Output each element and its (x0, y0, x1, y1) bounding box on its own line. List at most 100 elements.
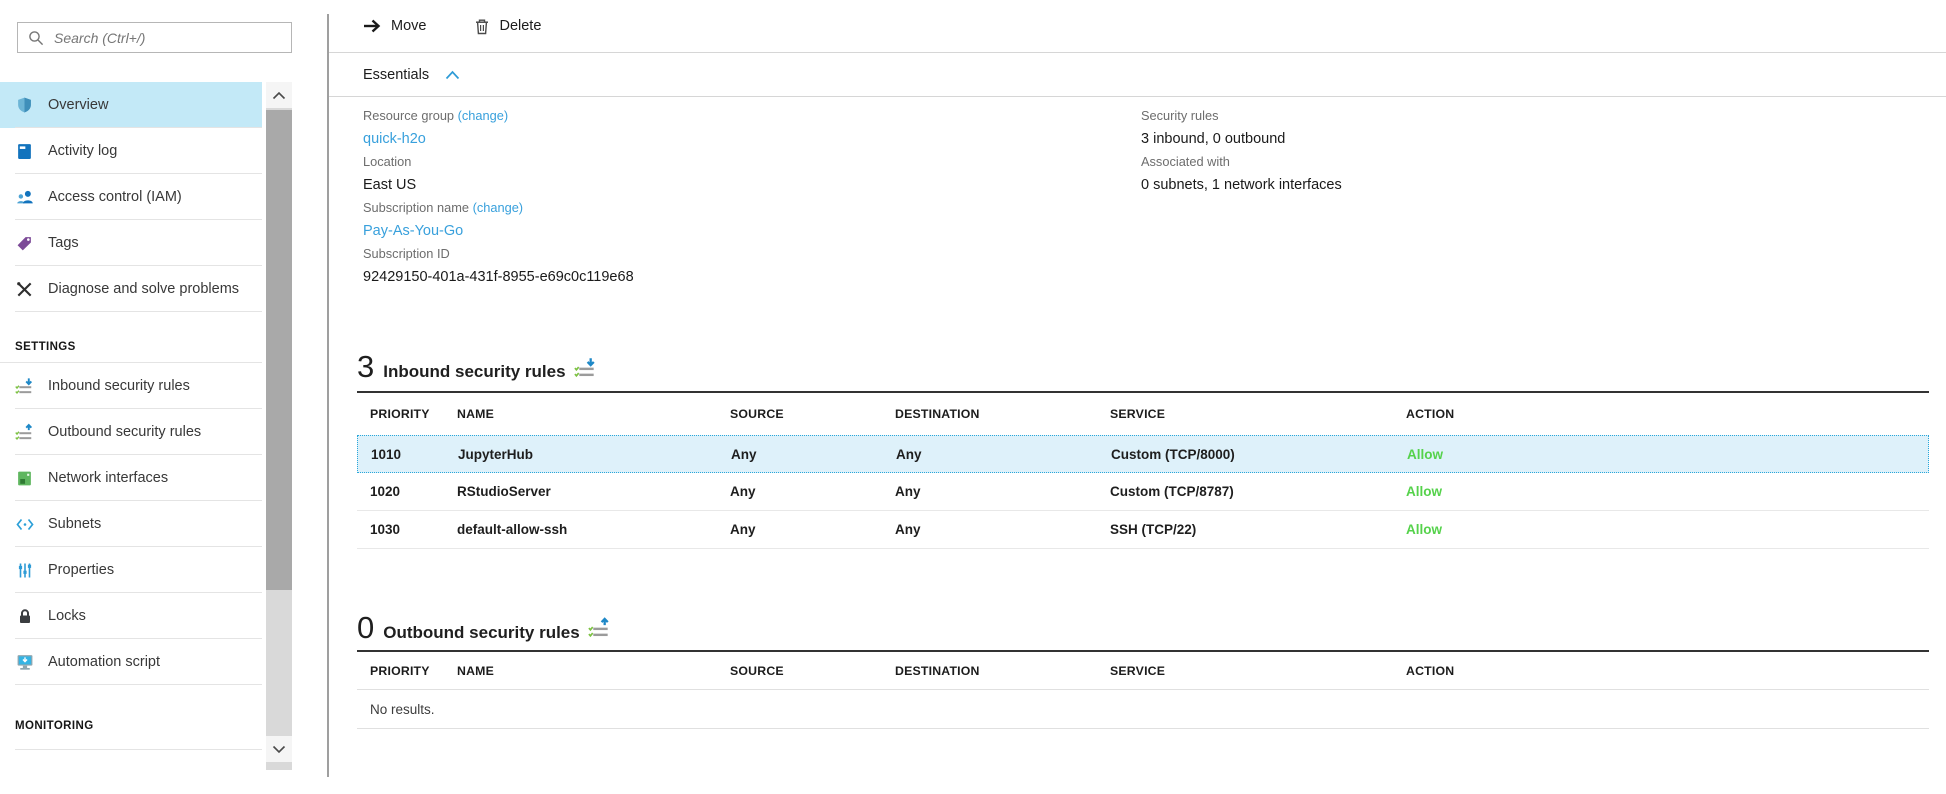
sidebar-item-tags[interactable]: Tags (0, 220, 262, 266)
column-header: NAME (444, 664, 717, 678)
table-row[interactable]: 1010 JupyterHub Any Any Custom (TCP/8000… (357, 435, 1929, 473)
inbound-title: Inbound security rules (383, 362, 565, 382)
sidebar-item-label: Access control (IAM) (48, 189, 182, 205)
sidebar-settings-group: Inbound security rules Outbound security… (0, 362, 262, 685)
outbound-rules-heading: 0 Outbound security rules (357, 611, 1929, 652)
move-button[interactable]: Move (363, 18, 426, 34)
sidebar-item-label: Subnets (48, 516, 101, 532)
column-header: DESTINATION (882, 407, 1097, 421)
essentials-right-column: Security rules 3 inbound, 0 outbound Ass… (1141, 105, 1342, 197)
subnets-icon (15, 515, 34, 534)
search-icon (28, 30, 44, 46)
trash-icon (474, 18, 490, 35)
field-label: Resource group (change) (363, 105, 634, 127)
column-header: SERVICE (1097, 664, 1393, 678)
outbound-table-header: PRIORITY NAME SOURCE DESTINATION SERVICE… (357, 652, 1929, 690)
sidebar-item-label: Properties (48, 562, 114, 578)
activity-log-icon (15, 142, 34, 161)
sidebar-item-outbound-rules[interactable]: Outbound security rules (0, 409, 262, 455)
column-header: NAME (444, 407, 717, 421)
inbound-rules-heading: 3 Inbound security rules (357, 350, 1929, 393)
move-arrow-icon (363, 18, 382, 34)
network-interface-icon (15, 469, 34, 488)
sidebar-item-overview[interactable]: Overview (0, 82, 262, 128)
sidebar-item-label: Outbound security rules (48, 424, 201, 440)
automation-script-icon (15, 653, 34, 672)
people-icon (15, 188, 34, 207)
scroll-down-button[interactable] (266, 736, 292, 762)
action-allow: Allow (1393, 484, 1929, 499)
no-results-text: No results. (357, 690, 1929, 729)
sidebar-item-diagnose[interactable]: Diagnose and solve problems (0, 266, 262, 312)
inbound-count: 3 (357, 350, 374, 384)
sidebar-section-settings: SETTINGS (0, 332, 262, 362)
sidebar-section-monitoring: MONITORING (0, 711, 262, 741)
action-allow: Allow (1393, 522, 1929, 537)
chevron-up-icon (272, 91, 286, 100)
sidebar-item-inbound-rules[interactable]: Inbound security rules (0, 363, 262, 409)
sidebar-item-label: Tags (48, 235, 79, 251)
inbound-rules-section: 3 Inbound security rules PRIORITY NAME S… (357, 350, 1929, 549)
divider (15, 749, 262, 750)
column-header: DESTINATION (882, 664, 1097, 678)
field-label: Security rules (1141, 105, 1342, 127)
outbound-title: Outbound security rules (383, 623, 579, 643)
sidebar-item-label: Automation script (48, 654, 160, 670)
resource-group-link[interactable]: quick-h2o (363, 127, 634, 151)
sidebar-item-subnets[interactable]: Subnets (0, 501, 262, 547)
essentials-left-column: Resource group (change) quick-h2o Locati… (363, 105, 634, 289)
sidebar-item-label: Overview (48, 97, 108, 113)
sidebar-nav: Overview Activity log (0, 82, 262, 750)
sidebar-search (17, 22, 292, 53)
column-header: SOURCE (717, 407, 882, 421)
sidebar-item-activity-log[interactable]: Activity log (0, 128, 262, 174)
outbound-count: 0 (357, 611, 374, 645)
essentials-title: Essentials (363, 67, 429, 83)
chevron-down-icon (272, 745, 286, 754)
subscription-name-link[interactable]: Pay-As-You-Go (363, 219, 634, 243)
sidebar-item-label: Inbound security rules (48, 378, 190, 394)
inbound-table-header: PRIORITY NAME SOURCE DESTINATION SERVICE… (357, 393, 1929, 435)
delete-label: Delete (499, 18, 541, 34)
sidebar-item-label: Locks (48, 608, 86, 624)
essentials-toggle[interactable]: Essentials (329, 54, 1946, 97)
lock-icon (15, 607, 34, 626)
table-row[interactable]: 1020 RStudioServer Any Any Custom (TCP/8… (357, 473, 1929, 511)
security-rules-value: 3 inbound, 0 outbound (1141, 127, 1342, 151)
sidebar-scrollbar[interactable] (266, 82, 292, 770)
change-link[interactable]: (change) (473, 200, 524, 215)
action-allow: Allow (1394, 447, 1928, 462)
column-header: ACTION (1393, 407, 1929, 421)
scroll-up-button[interactable] (266, 82, 292, 108)
sidebar: Overview Activity log (0, 0, 327, 794)
table-row[interactable]: 1030 default-allow-ssh Any Any SSH (TCP/… (357, 511, 1929, 549)
scrollbar-thumb[interactable] (266, 110, 292, 590)
field-label: Subscription name (change) (363, 197, 634, 219)
sidebar-item-access-control[interactable]: Access control (IAM) (0, 174, 262, 220)
sidebar-item-properties[interactable]: Properties (0, 547, 262, 593)
tag-icon (15, 234, 34, 253)
sidebar-item-label: Diagnose and solve problems (48, 281, 239, 297)
field-label: Location (363, 151, 634, 173)
sidebar-item-network-interfaces[interactable]: Network interfaces (0, 455, 262, 501)
main-content: Move Delete Essentials (329, 0, 1946, 794)
sidebar-item-label: Network interfaces (48, 470, 168, 486)
search-input[interactable] (54, 30, 283, 46)
outbound-rules-icon (15, 423, 34, 442)
properties-icon (15, 561, 34, 580)
field-label: Subscription ID (363, 243, 634, 265)
sidebar-item-automation-script[interactable]: Automation script (0, 639, 262, 685)
column-header: ACTION (1393, 664, 1929, 678)
column-header: SOURCE (717, 664, 882, 678)
tools-icon (15, 280, 34, 299)
column-header: PRIORITY (357, 407, 444, 421)
field-label: Associated with (1141, 151, 1342, 173)
sidebar-item-locks[interactable]: Locks (0, 593, 262, 639)
sidebar-item-label: Activity log (48, 143, 117, 159)
associated-with-value: 0 subnets, 1 network interfaces (1141, 173, 1342, 197)
column-header: SERVICE (1097, 407, 1393, 421)
location-value: East US (363, 173, 634, 197)
delete-button[interactable]: Delete (474, 18, 541, 35)
outbound-rules-icon (588, 617, 611, 644)
change-link[interactable]: (change) (458, 108, 509, 123)
